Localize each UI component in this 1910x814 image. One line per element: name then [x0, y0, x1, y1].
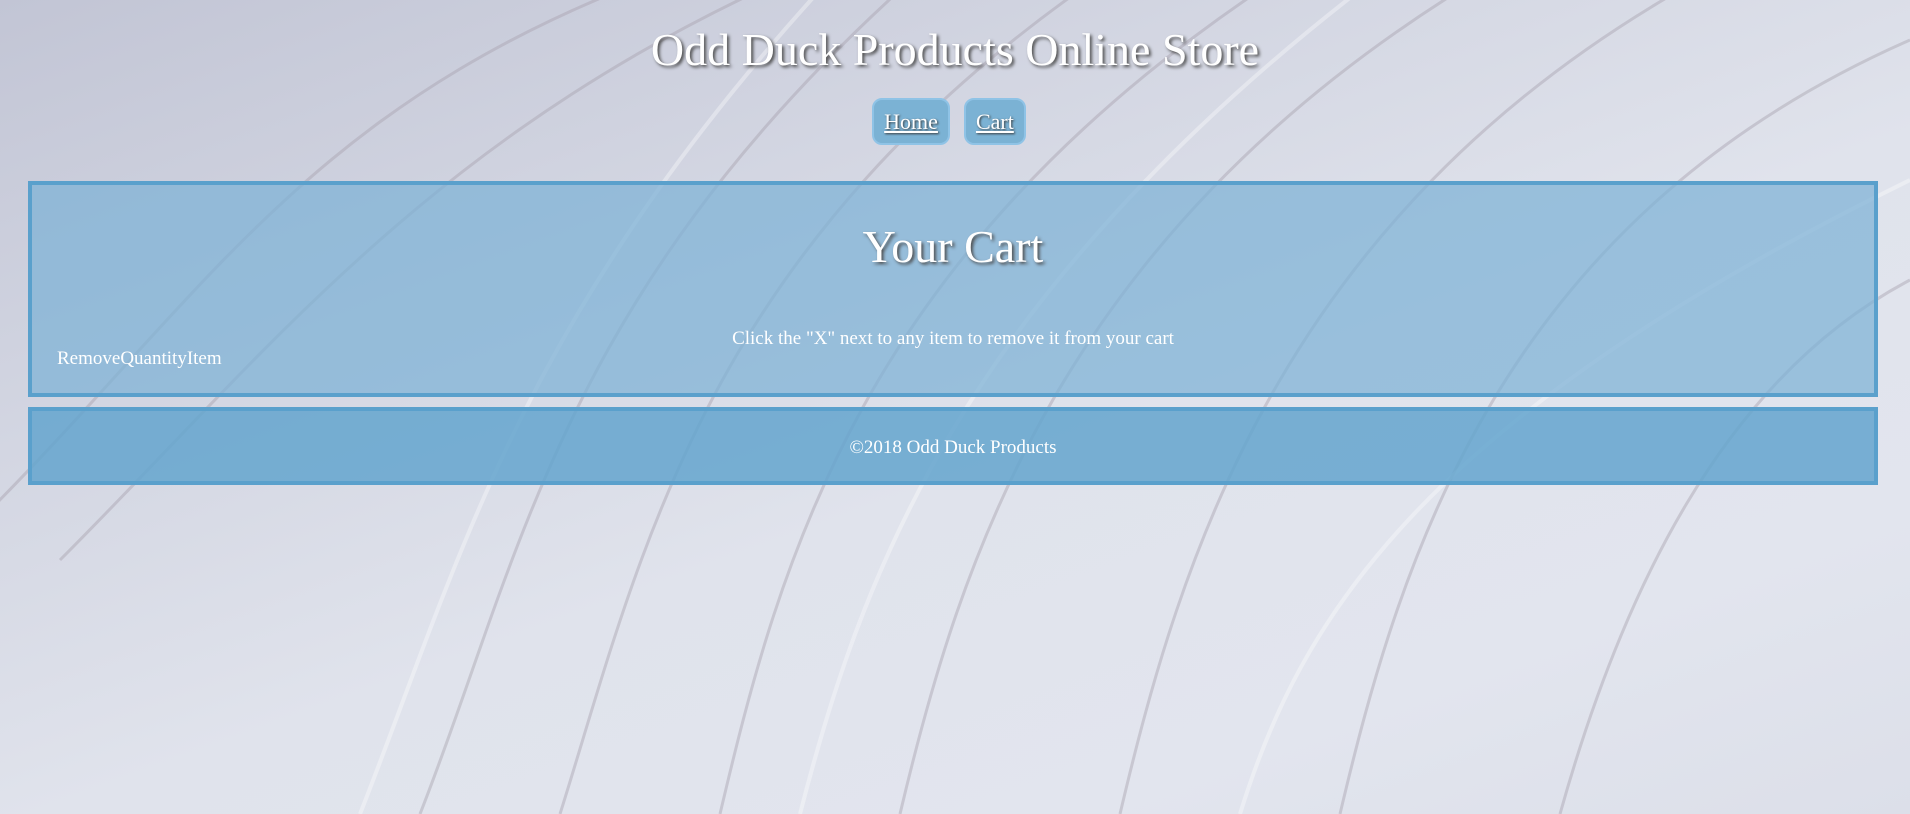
cart-table: Remove Quantity Item [57, 347, 222, 371]
cart-table-header-row: Remove Quantity Item [57, 347, 222, 371]
column-header-remove: Remove [57, 348, 121, 369]
column-header-quantity: Quantity [120, 348, 187, 369]
site-title: Odd Duck Products Online Store [650, 24, 1260, 75]
cart-instructions: Click the "X" next to any item to remove… [732, 328, 1174, 349]
nav-cart-link[interactable]: Cart [963, 98, 1026, 145]
main-nav: Home Cart [0, 98, 1910, 145]
site-footer: ©2018 Odd Duck Products [28, 407, 1878, 485]
cart-panel: Your Cart Click the "X" next to any item… [28, 181, 1878, 397]
cart-title: Your Cart [862, 221, 1044, 272]
page: Odd Duck Products Online Store Home Cart… [0, 0, 1910, 814]
nav-home-link[interactable]: Home [872, 98, 950, 145]
copyright-text: ©2018 Odd Duck Products [849, 437, 1057, 458]
column-header-item: Item [186, 348, 222, 369]
